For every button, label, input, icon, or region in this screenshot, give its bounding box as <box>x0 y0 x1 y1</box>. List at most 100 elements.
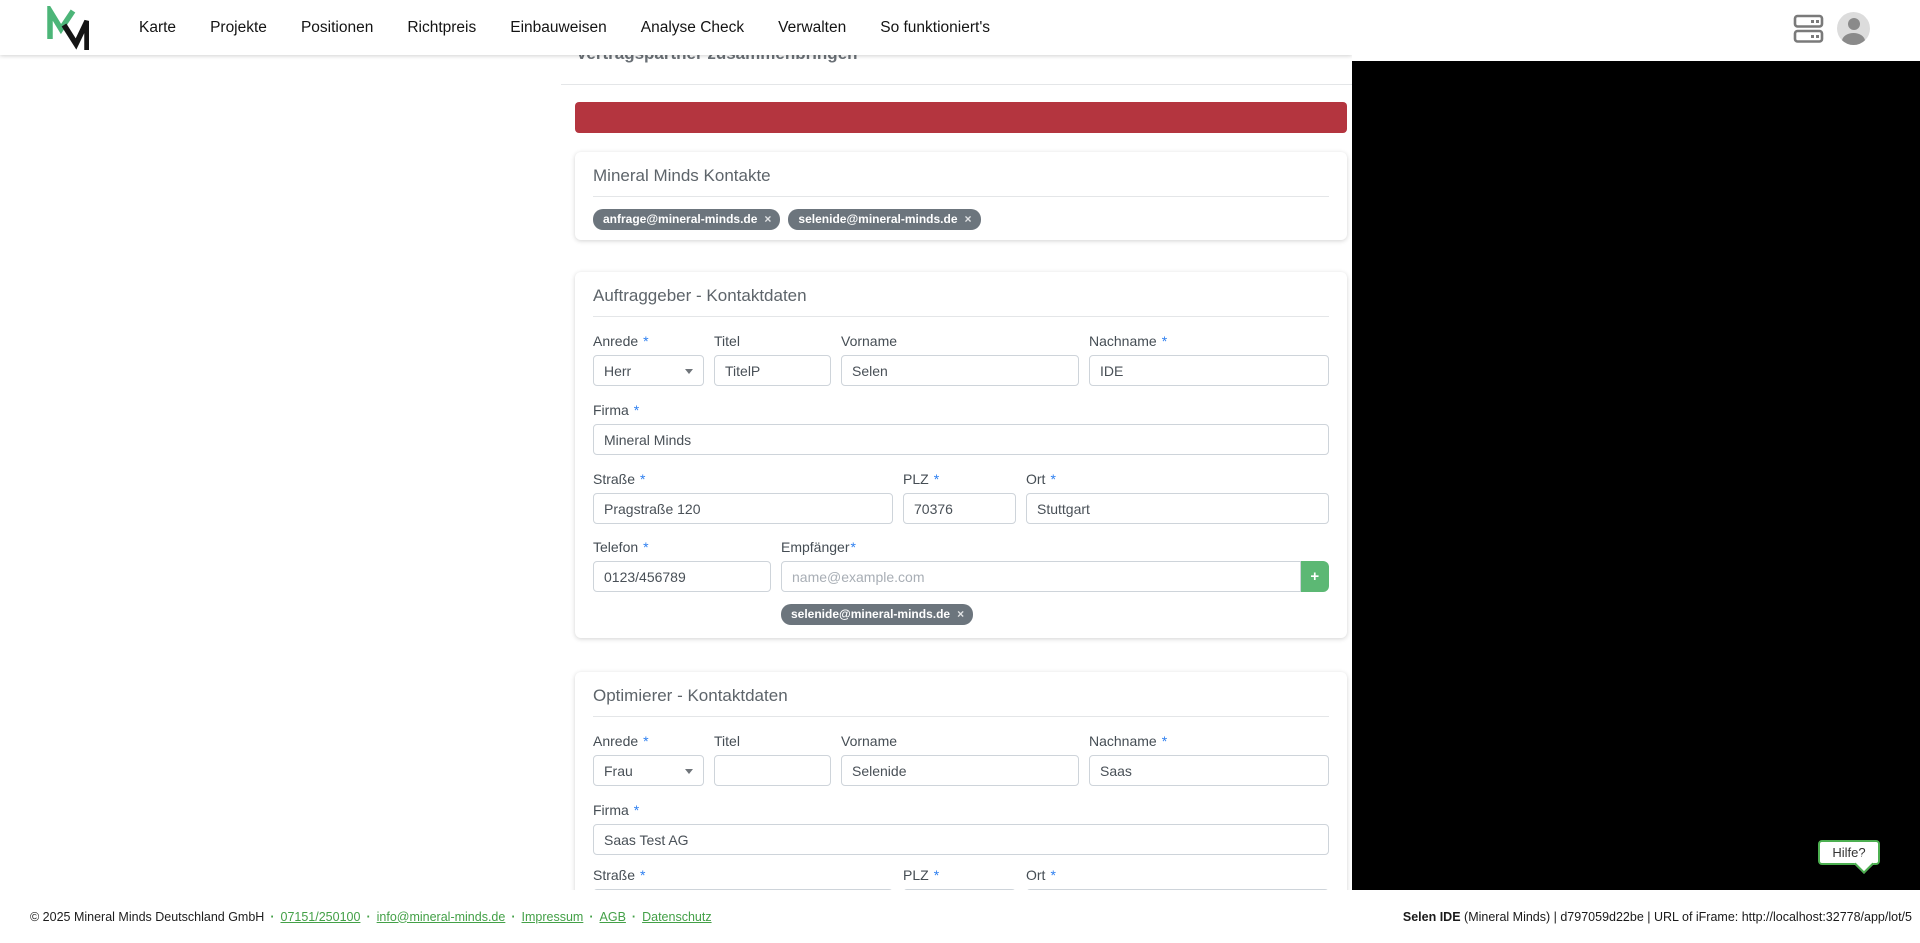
separator: · <box>511 910 515 924</box>
error-alert-banner <box>575 102 1347 133</box>
nav-item-projekte[interactable]: Projekte <box>210 19 267 37</box>
vorname-input[interactable] <box>841 355 1079 386</box>
anrede-label: Anrede* <box>593 733 704 750</box>
nav-item-verwalten[interactable]: Verwalten <box>778 19 846 37</box>
nav-item-so-funktionierts[interactable]: So funktioniert's <box>880 19 990 37</box>
required-marker: * <box>640 471 645 487</box>
footer-info: © 2025 Mineral Minds Deutschland GmbH · … <box>30 910 712 924</box>
required-marker: * <box>640 867 645 883</box>
card-optimierer: Optimierer - Kontaktdaten Anrede* Frau T… <box>575 672 1347 890</box>
firma-label: Firma* <box>593 402 1329 419</box>
required-marker: * <box>643 333 648 349</box>
empfaenger-input[interactable] <box>781 561 1301 592</box>
nav-item-analyse-check[interactable]: Analyse Check <box>641 19 744 37</box>
agb-link[interactable]: AGB <box>600 910 626 924</box>
card-title: Mineral Minds Kontakte <box>593 166 1329 186</box>
titel-input[interactable] <box>714 355 831 386</box>
card-divider <box>593 716 1329 717</box>
close-icon[interactable]: × <box>957 607 964 621</box>
ort-input[interactable] <box>1026 493 1329 524</box>
phone-link[interactable]: 07151/250100 <box>281 910 361 924</box>
help-button[interactable]: Hilfe? <box>1818 840 1880 865</box>
nachname-label: Nachname* <box>1089 733 1329 750</box>
card-auftraggeber: Auftraggeber - Kontaktdaten Anrede* Herr… <box>575 272 1347 638</box>
nachname-label: Nachname* <box>1089 333 1329 350</box>
required-marker: * <box>1162 733 1167 749</box>
footer: © 2025 Mineral Minds Deutschland GmbH · … <box>0 890 1920 943</box>
separator: · <box>366 910 370 924</box>
mineral-minds-logo[interactable] <box>43 6 89 50</box>
vorname-label: Vorname <box>841 333 1079 350</box>
header-right <box>1352 0 1920 61</box>
card-title: Auftraggeber - Kontaktdaten <box>593 286 1329 306</box>
status-bar: Selen IDE (Mineral Minds) | d797059d22be… <box>1403 910 1912 924</box>
anrede-select[interactable]: Frau <box>593 755 704 786</box>
firma-input[interactable] <box>593 424 1329 455</box>
separator: · <box>632 910 636 924</box>
vorname-input[interactable] <box>841 755 1079 786</box>
titel-label: Titel <box>714 333 831 350</box>
required-marker: * <box>934 867 939 883</box>
nav-item-einbauweisen[interactable]: Einbauweisen <box>510 19 607 37</box>
email-tag-label: anfrage@mineral-minds.de <box>603 212 757 226</box>
datenschutz-link[interactable]: Datenschutz <box>642 910 711 924</box>
anrede-selected-value: Frau <box>604 763 633 779</box>
avatar-head <box>1848 18 1860 30</box>
separator: · <box>270 910 274 924</box>
nachname-input[interactable] <box>1089 755 1329 786</box>
anrede-label: Anrede* <box>593 333 704 350</box>
card-mineral-minds-kontakte: Mineral Minds Kontakte anfrage@mineral-m… <box>575 152 1347 240</box>
email-tag-label: selenide@mineral-minds.de <box>791 607 950 621</box>
required-marker: * <box>1050 867 1055 883</box>
strasse-input[interactable] <box>593 493 893 524</box>
card-title: Optimierer - Kontaktdaten <box>593 686 1329 706</box>
required-marker: * <box>634 802 639 818</box>
required-marker: * <box>850 539 855 555</box>
close-icon[interactable]: × <box>965 212 972 226</box>
impressum-link[interactable]: Impressum <box>522 910 584 924</box>
keyboard-icon[interactable] <box>1793 13 1825 45</box>
nav-menu: Karte Projekte Positionen Richtpreis Ein… <box>139 19 990 37</box>
top-navbar: Karte Projekte Positionen Richtpreis Ein… <box>0 0 1352 55</box>
recipient-email-tag[interactable]: selenide@mineral-minds.de × <box>781 604 973 625</box>
side-panel <box>1352 61 1920 890</box>
card-divider <box>593 316 1329 317</box>
nav-item-karte[interactable]: Karte <box>139 19 176 37</box>
status-details: (Mineral Minds) | d797059d22be | URL of … <box>1461 910 1912 924</box>
kontakte-tag-row: anfrage@mineral-minds.de × selenide@mine… <box>593 209 1329 230</box>
titel-input[interactable] <box>714 755 831 786</box>
close-icon[interactable]: × <box>764 212 771 226</box>
ort-label: Ort* <box>1026 471 1329 488</box>
avatar-icon[interactable] <box>1837 12 1870 45</box>
plz-label: PLZ* <box>903 471 1016 488</box>
plz-input[interactable] <box>903 493 1016 524</box>
nav-item-positionen[interactable]: Positionen <box>301 19 373 37</box>
required-marker: * <box>1050 471 1055 487</box>
strasse-label: Straße* <box>593 867 893 884</box>
anrede-select[interactable]: Herr <box>593 355 704 386</box>
chevron-down-icon <box>685 369 693 374</box>
email-tag-label: selenide@mineral-minds.de <box>798 212 957 226</box>
chevron-down-icon <box>685 769 693 774</box>
email-tag[interactable]: selenide@mineral-minds.de × <box>788 209 980 230</box>
required-marker: * <box>643 539 648 555</box>
copyright-text: © 2025 Mineral Minds Deutschland GmbH <box>30 910 264 924</box>
add-recipient-button[interactable]: + <box>1301 561 1329 592</box>
telefon-label: Telefon* <box>593 539 771 556</box>
firma-input[interactable] <box>593 824 1329 855</box>
card-divider <box>593 196 1329 197</box>
app-iframe: Vertragspartner zusammenbringen Mineral … <box>0 0 1352 890</box>
status-app-name: Selen IDE <box>1403 910 1461 924</box>
email-tag[interactable]: anfrage@mineral-minds.de × <box>593 209 780 230</box>
recipient-tag-row: selenide@mineral-minds.de × <box>781 604 1329 625</box>
vorname-label: Vorname <box>841 733 1079 750</box>
nachname-input[interactable] <box>1089 355 1329 386</box>
required-marker: * <box>934 471 939 487</box>
telefon-input[interactable] <box>593 561 771 592</box>
separator: · <box>589 910 593 924</box>
anrede-selected-value: Herr <box>604 363 631 379</box>
email-link[interactable]: info@mineral-minds.de <box>377 910 506 924</box>
required-marker: * <box>634 402 639 418</box>
required-marker: * <box>1162 333 1167 349</box>
nav-item-richtpreis[interactable]: Richtpreis <box>407 19 476 37</box>
